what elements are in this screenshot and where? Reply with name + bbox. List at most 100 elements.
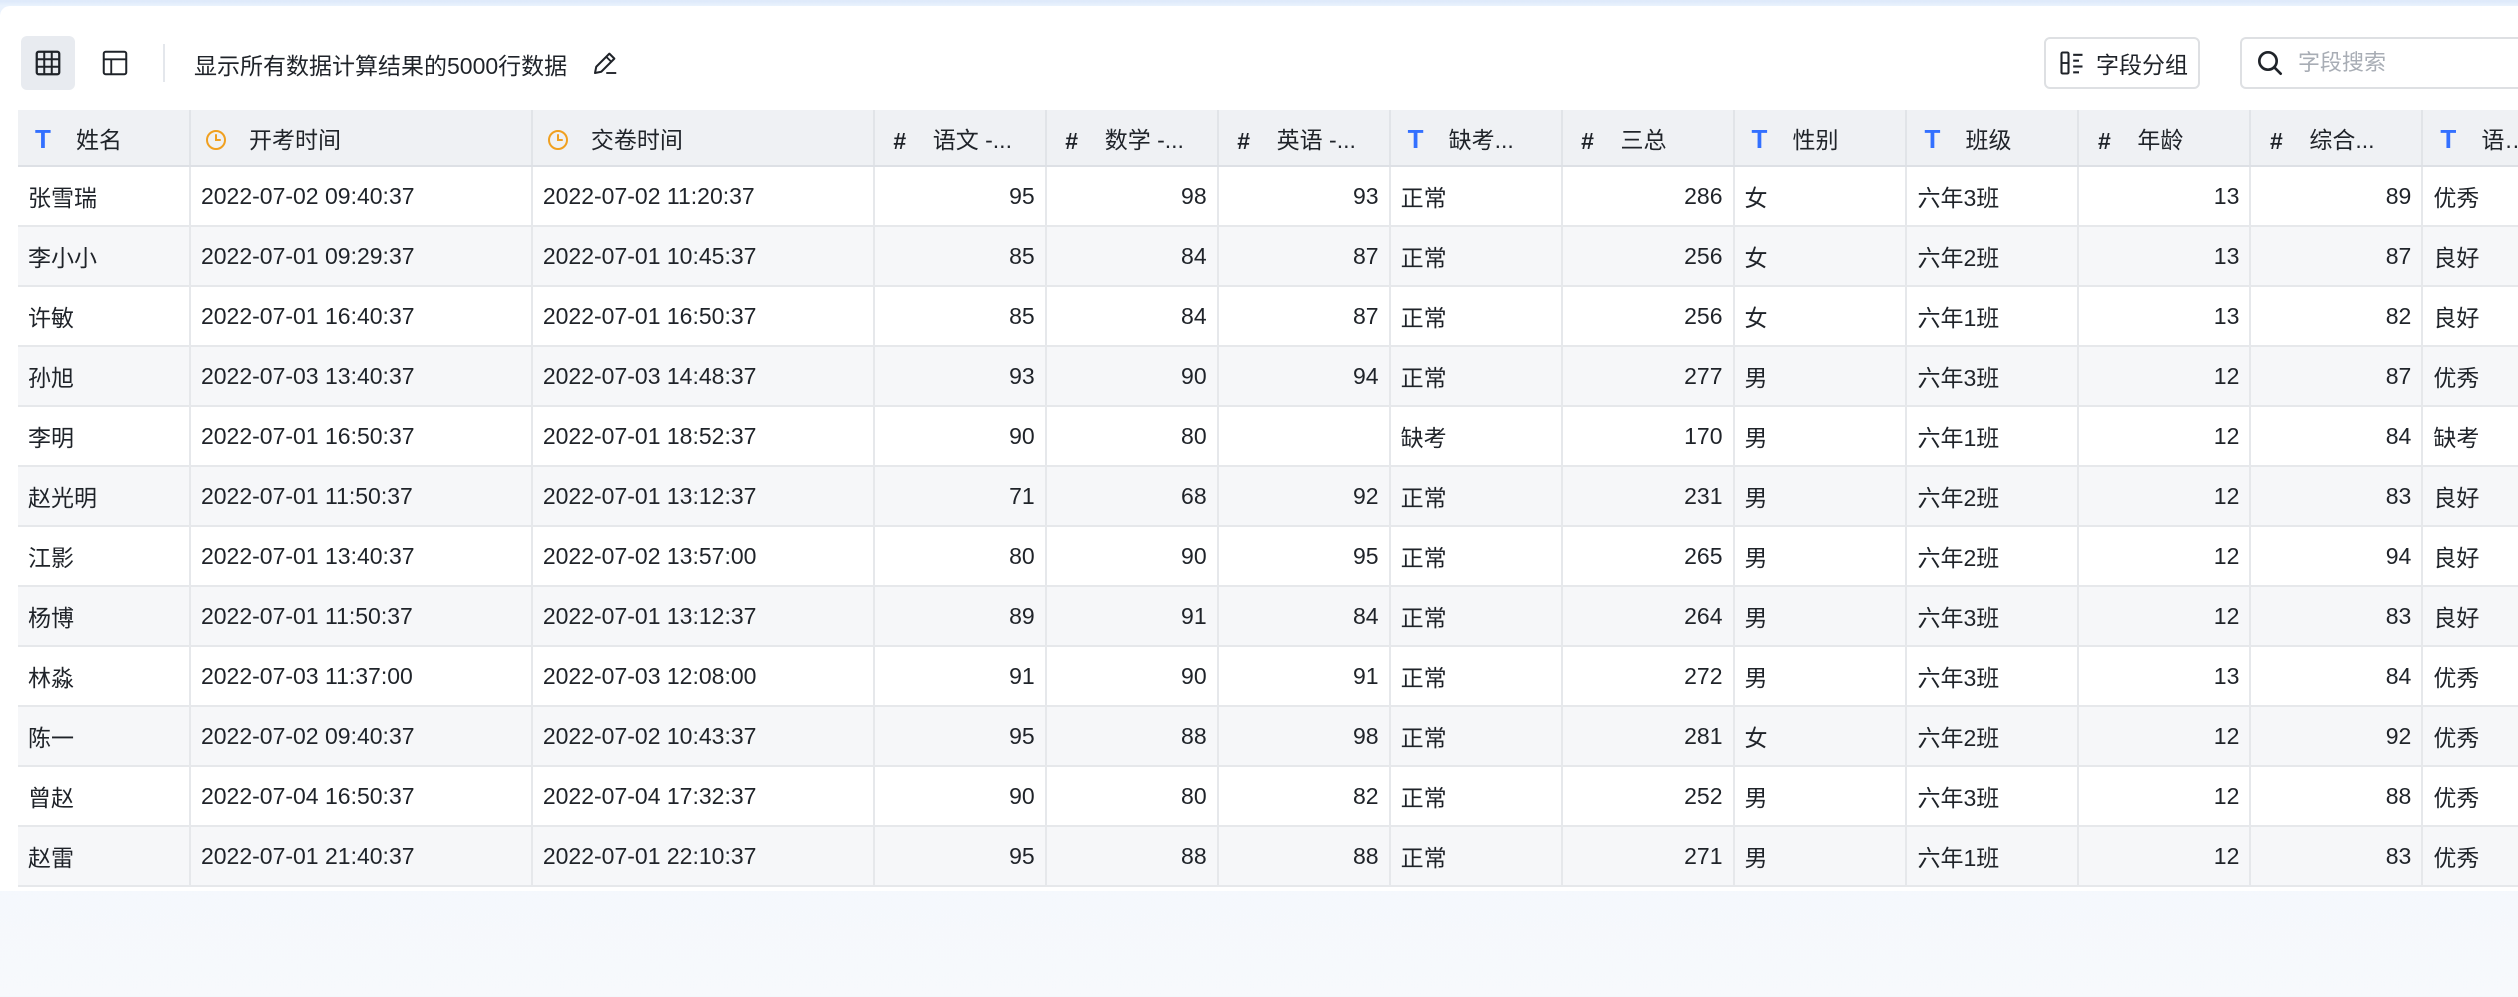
table-cell[interactable]: 六年2班 — [1906, 526, 2080, 587]
data-table-container[interactable]: T 姓名 开考时间 交卷时间 # 语文 -... # 数学 -... # 英语 -... T 缺考..… — [18, 110, 2518, 890]
table-cell[interactable]: 曾赵 — [18, 766, 191, 827]
table-cell[interactable]: 良好 — [2422, 286, 2518, 347]
table-cell[interactable]: 2022-07-01 22:10:37 — [531, 826, 875, 887]
table-cell[interactable]: 良好 — [2422, 226, 2518, 287]
table-cell[interactable]: 88 — [1045, 706, 1219, 767]
table-cell[interactable]: 90 — [1045, 646, 1219, 707]
table-cell[interactable]: 李明 — [18, 406, 191, 467]
table-cell[interactable]: 女 — [1733, 166, 1908, 227]
table-cell[interactable]: 2022-07-03 13:40:37 — [189, 346, 533, 407]
table-cell[interactable]: 80 — [873, 526, 1047, 587]
table-cell[interactable]: 2022-07-01 16:50:37 — [189, 406, 533, 467]
table-cell[interactable]: 正常 — [1389, 586, 1563, 647]
table-cell[interactable]: 231 — [1561, 466, 1735, 527]
table-cell[interactable]: 六年2班 — [1906, 226, 2080, 287]
field-search[interactable] — [2240, 37, 2518, 89]
table-cell[interactable]: 12 — [2078, 586, 2252, 647]
table-cell[interactable]: 2022-07-03 14:48:37 — [531, 346, 875, 407]
table-cell[interactable]: 13 — [2078, 166, 2252, 227]
table-cell[interactable]: 92 — [1217, 466, 1391, 527]
table-cell[interactable]: 2022-07-02 11:20:37 — [531, 166, 875, 227]
table-row[interactable]: 赵雷 2022-07-01 21:40:37 2022-07-01 22:10:37… — [18, 826, 2518, 887]
table-cell[interactable]: 女 — [1733, 286, 1908, 347]
table-cell[interactable]: 优秀 — [2422, 706, 2518, 767]
table-cell[interactable]: 六年3班 — [1906, 646, 2080, 707]
table-cell[interactable]: 83 — [2250, 826, 2424, 887]
table-row[interactable]: 孙旭 2022-07-03 13:40:37 2022-07-03 14:48:37… — [18, 346, 2518, 407]
table-cell[interactable]: 80 — [1045, 406, 1219, 467]
table-cell[interactable]: 优秀 — [2422, 826, 2518, 887]
table-cell[interactable]: 91 — [1217, 646, 1391, 707]
table-cell[interactable]: 正常 — [1389, 226, 1563, 287]
table-cell[interactable]: 正常 — [1389, 346, 1563, 407]
table-cell[interactable]: 286 — [1561, 166, 1735, 227]
table-cell[interactable]: 93 — [873, 346, 1047, 407]
table-cell[interactable]: 正常 — [1389, 826, 1563, 887]
table-cell[interactable] — [1217, 406, 1391, 467]
table-cell[interactable]: 98 — [1217, 706, 1391, 767]
table-cell[interactable]: 88 — [1045, 826, 1219, 887]
table-cell[interactable]: 13 — [2078, 226, 2252, 287]
table-cell[interactable]: 87 — [1217, 226, 1391, 287]
table-cell[interactable]: 张雪瑞 — [18, 166, 191, 227]
layout-view-button[interactable] — [88, 36, 142, 90]
table-cell[interactable]: 六年1班 — [1906, 286, 2080, 347]
table-cell[interactable]: 89 — [2250, 166, 2424, 227]
table-cell[interactable]: 68 — [1045, 466, 1219, 527]
table-cell[interactable]: 优秀 — [2422, 166, 2518, 227]
table-cell[interactable]: 2022-07-04 16:50:37 — [189, 766, 533, 827]
table-cell[interactable]: 87 — [1217, 286, 1391, 347]
table-cell[interactable]: 12 — [2078, 466, 2252, 527]
table-cell[interactable]: 94 — [2250, 526, 2424, 587]
table-cell[interactable]: 赵光明 — [18, 466, 191, 527]
table-cell[interactable]: 男 — [1733, 646, 1908, 707]
table-cell[interactable]: 85 — [873, 286, 1047, 347]
table-cell[interactable]: 82 — [2250, 286, 2424, 347]
column-header[interactable]: T 姓名 — [18, 110, 191, 167]
column-header[interactable]: # 语文 -... — [873, 110, 1047, 167]
table-row[interactable]: 许敏 2022-07-01 16:40:37 2022-07-01 16:50:37… — [18, 286, 2518, 347]
table-cell[interactable]: 2022-07-02 09:40:37 — [189, 166, 533, 227]
column-header[interactable]: # 三总 — [1561, 110, 1735, 167]
field-group-button[interactable]: 字段分组 — [2044, 37, 2200, 89]
table-cell[interactable]: 265 — [1561, 526, 1735, 587]
table-cell[interactable]: 2022-07-03 11:37:00 — [189, 646, 533, 707]
column-header[interactable]: T 语文... — [2422, 110, 2518, 167]
table-row[interactable]: 李小小 2022-07-01 09:29:37 2022-07-01 10:45:3… — [18, 226, 2518, 287]
table-cell[interactable]: 2022-07-01 10:45:37 — [531, 226, 875, 287]
table-cell[interactable]: 12 — [2078, 406, 2252, 467]
table-cell[interactable]: 94 — [1217, 346, 1391, 407]
table-cell[interactable]: 2022-07-01 16:40:37 — [189, 286, 533, 347]
table-cell[interactable]: 六年3班 — [1906, 766, 2080, 827]
table-row[interactable]: 李明 2022-07-01 16:50:37 2022-07-01 18:52:37… — [18, 406, 2518, 467]
table-cell[interactable]: 71 — [873, 466, 1047, 527]
column-header[interactable]: T 班级 — [1906, 110, 2080, 167]
table-cell[interactable]: 六年3班 — [1906, 346, 2080, 407]
table-cell[interactable]: 256 — [1561, 286, 1735, 347]
table-cell[interactable]: 缺考 — [1389, 406, 1563, 467]
column-header[interactable]: T 缺考... — [1389, 110, 1563, 167]
table-cell[interactable]: 2022-07-03 12:08:00 — [531, 646, 875, 707]
table-cell[interactable]: 91 — [873, 646, 1047, 707]
table-cell[interactable]: 92 — [2250, 706, 2424, 767]
table-cell[interactable]: 杨博 — [18, 586, 191, 647]
table-row[interactable]: 林淼 2022-07-03 11:37:00 2022-07-03 12:08:00… — [18, 646, 2518, 707]
table-cell[interactable]: 男 — [1733, 466, 1908, 527]
table-cell[interactable]: 2022-07-01 21:40:37 — [189, 826, 533, 887]
table-cell[interactable]: 六年3班 — [1906, 166, 2080, 227]
table-cell[interactable]: 12 — [2078, 526, 2252, 587]
table-cell[interactable]: 正常 — [1389, 166, 1563, 227]
table-cell[interactable]: 13 — [2078, 646, 2252, 707]
table-cell[interactable]: 87 — [2250, 346, 2424, 407]
table-cell[interactable]: 83 — [2250, 586, 2424, 647]
table-cell[interactable]: 2022-07-02 10:43:37 — [531, 706, 875, 767]
table-cell[interactable]: 84 — [1045, 286, 1219, 347]
table-cell[interactable]: 良好 — [2422, 466, 2518, 527]
table-cell[interactable]: 江影 — [18, 526, 191, 587]
table-cell[interactable]: 95 — [873, 826, 1047, 887]
table-cell[interactable]: 男 — [1733, 586, 1908, 647]
column-header[interactable]: # 综合... — [2250, 110, 2424, 167]
table-cell[interactable]: 90 — [1045, 346, 1219, 407]
table-cell[interactable]: 91 — [1045, 586, 1219, 647]
table-cell[interactable]: 85 — [873, 226, 1047, 287]
